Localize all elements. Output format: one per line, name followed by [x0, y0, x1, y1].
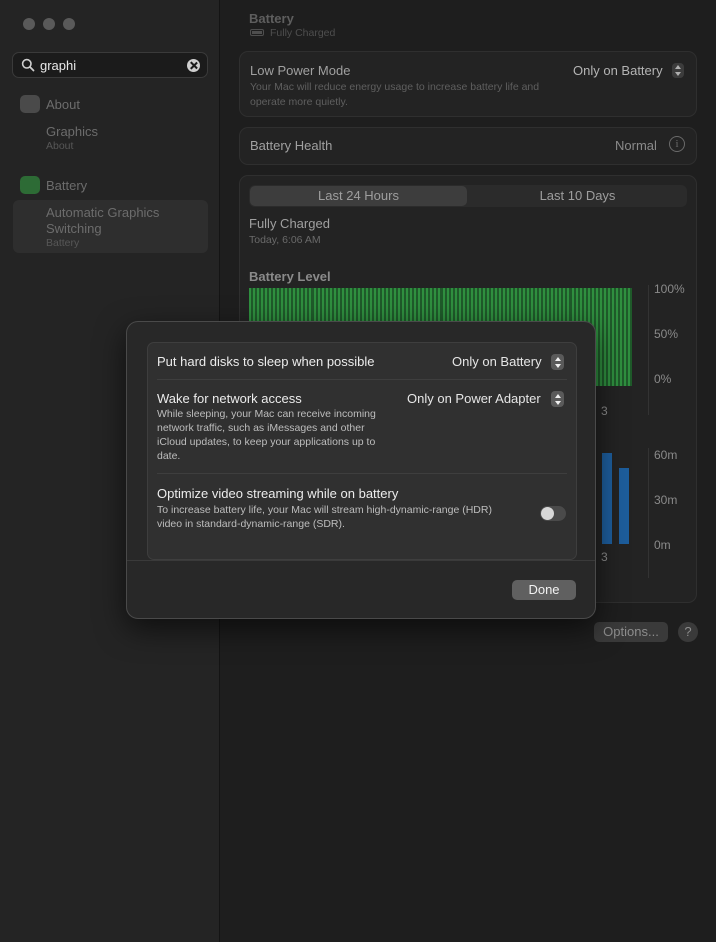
battery-icon [20, 176, 40, 194]
search-input[interactable]: graphi [40, 58, 76, 73]
usage-axis-label-30m: 30m [654, 493, 678, 507]
sidebar-item-automatic-graphics-switching-label: Automatic Graphics Switching [46, 205, 160, 236]
battery-level-title: Battery Level [249, 269, 331, 284]
battery-level-bar [595, 288, 598, 386]
level-axis-label-100: 100% [654, 282, 685, 296]
level-x-label: 3 [601, 404, 608, 418]
battery-level-bar [615, 288, 618, 386]
clear-search-icon[interactable] [187, 59, 200, 72]
about-icon [20, 95, 40, 113]
toggle-knob [541, 507, 554, 520]
low-power-description: Your Mac will reduce energy usage to inc… [250, 81, 540, 108]
usage-bar [619, 468, 629, 544]
level-axis-label-0: 0% [654, 372, 672, 386]
battery-health-title: Battery Health [250, 138, 333, 153]
wake-network-stepper-icon[interactable] [551, 391, 564, 407]
optimize-video-description: To increase battery life, your Mac will … [157, 504, 492, 530]
divider [157, 379, 567, 380]
battery-level-bar [619, 288, 622, 386]
zoom-window-button[interactable] [63, 18, 75, 30]
page-subtitle: Fully Charged [270, 27, 336, 39]
hard-disk-sleep-title: Put hard disks to sleep when possible [157, 354, 375, 369]
usage-axis-line [648, 448, 649, 578]
sidebar-item-about[interactable]: About [46, 97, 80, 112]
battery-level-bar [607, 288, 610, 386]
battery-level-bar [603, 288, 606, 386]
level-axis-label-50: 50% [654, 327, 679, 341]
usage-axis-label-60m: 60m [654, 448, 678, 462]
history-status-time: Today, 6:06 AM [249, 234, 321, 246]
close-window-button[interactable] [23, 18, 35, 30]
minimize-window-button[interactable] [43, 18, 55, 30]
wake-network-title: Wake for network access [157, 391, 302, 406]
usage-axis-label-0m: 0m [654, 538, 671, 552]
tab-last-24-hours[interactable]: Last 24 Hours [249, 188, 468, 203]
sidebar-item-graphics[interactable]: Graphics [46, 124, 98, 139]
optimize-video-title: Optimize video streaming while on batter… [157, 486, 399, 501]
sidebar-item-automatic-graphics-switching-sublabel: Battery [46, 237, 80, 249]
done-button[interactable]: Done [512, 580, 576, 600]
battery-level-bar [627, 288, 630, 386]
history-range-segmented-control: Last 24 Hours Last 10 Days [249, 185, 687, 207]
hard-disk-sleep-popup[interactable]: Only on Battery [452, 354, 542, 369]
tab-last-10-days[interactable]: Last 10 Days [468, 188, 687, 203]
options-sheet: Put hard disks to sleep when possible On… [126, 321, 596, 619]
low-power-card: Low Power Mode Your Mac will reduce ener… [239, 51, 697, 117]
wake-network-description: While sleeping, your Mac can receive inc… [157, 408, 376, 462]
battery-health-card: Battery Health Normal [239, 127, 697, 165]
usage-bar [602, 453, 612, 544]
sidebar-item-battery[interactable]: Battery [46, 178, 87, 193]
info-icon[interactable]: i [669, 136, 685, 152]
low-power-popup[interactable]: Only on Battery [573, 63, 663, 78]
search-icon [21, 58, 35, 72]
page-title: Battery [249, 11, 294, 26]
sheet-divider [127, 560, 595, 561]
low-power-title: Low Power Mode [250, 63, 351, 78]
search-field[interactable]: graphi [12, 52, 208, 78]
sidebar-item-graphics-sublabel: About [46, 140, 74, 152]
divider [157, 473, 567, 474]
hard-disk-sleep-stepper-icon[interactable] [551, 354, 564, 370]
battery-level-bar [623, 288, 626, 386]
help-button[interactable]: ? [678, 622, 698, 642]
battery-level-bar [599, 288, 602, 386]
options-button[interactable]: Options... [594, 622, 668, 642]
low-power-stepper-icon[interactable] [672, 63, 684, 78]
history-status-title: Fully Charged [249, 216, 330, 231]
optimize-video-toggle[interactable] [540, 506, 566, 521]
battery-health-value: Normal [615, 138, 657, 153]
battery-level-bar [611, 288, 614, 386]
options-group: Put hard disks to sleep when possible On… [147, 342, 577, 560]
chart-axis-line [648, 285, 649, 415]
wake-network-popup[interactable]: Only on Power Adapter [407, 391, 541, 406]
battery-status-icon [250, 29, 264, 36]
usage-x-label: 3 [601, 550, 608, 564]
